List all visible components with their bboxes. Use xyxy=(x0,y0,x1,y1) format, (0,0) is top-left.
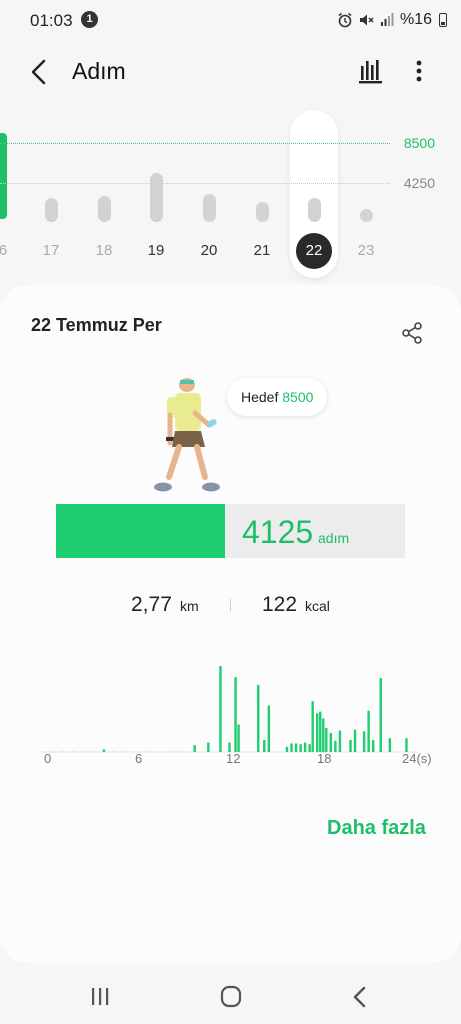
day-bar-21[interactable] xyxy=(255,202,269,222)
steps-progress-bar xyxy=(56,504,405,558)
goal-line-label: 8500 xyxy=(403,135,435,151)
day-label-21[interactable]: 21 xyxy=(247,242,277,259)
day-label-17[interactable]: 17 xyxy=(36,242,66,259)
hourly-bar xyxy=(367,710,370,752)
day-label-20[interactable]: 20 xyxy=(194,242,224,259)
system-nav-bar xyxy=(0,970,461,1024)
distance-value: 2,77 xyxy=(131,593,172,616)
hourly-tick-label: 18 xyxy=(317,751,332,766)
hourly-bar xyxy=(267,705,271,752)
hourly-x-axis: 0 6 12 18 24(s) xyxy=(44,751,432,771)
hourly-bar xyxy=(257,684,260,752)
day-label-22[interactable]: 22 xyxy=(296,233,332,269)
hourly-tick-label: 12 xyxy=(226,751,241,766)
hourly-bar xyxy=(379,678,382,752)
hourly-tick-label: 24(s) xyxy=(402,751,432,766)
goal-bubble: Hedef 8500 xyxy=(227,378,328,416)
notification-badge: 1 xyxy=(81,11,98,28)
steps-progress-fill xyxy=(56,504,226,558)
goal-bubble-label: Hedef xyxy=(241,389,279,405)
home-icon[interactable] xyxy=(211,980,251,1014)
app-header: Adım xyxy=(0,46,461,96)
mid-line-label: 4250 xyxy=(403,175,435,191)
back-arrow-icon[interactable] xyxy=(22,54,58,90)
calories-value: 122 xyxy=(262,593,298,616)
hourly-bar xyxy=(316,713,319,752)
more-link[interactable]: Daha fazla xyxy=(327,817,426,840)
day-detail-card: 22 Temmuz Per Hedef 8500 4125 adım 2,77 … xyxy=(0,285,461,963)
status-bar: 01:03 1 %16 xyxy=(0,0,461,40)
steps-value: 4125 xyxy=(242,514,314,550)
mid-line xyxy=(0,183,390,184)
date-title: 22 Temmuz Per xyxy=(31,315,162,335)
hourly-bar xyxy=(362,731,366,752)
hourly-bar xyxy=(338,730,342,752)
distance-unit: km xyxy=(180,598,199,614)
day-label-23[interactable]: 23 xyxy=(351,242,381,259)
hourly-bar xyxy=(405,738,408,752)
battery-icon xyxy=(439,13,447,27)
day-bar-18[interactable] xyxy=(97,195,111,222)
goal-bubble-value: 8500 xyxy=(282,389,314,405)
hourly-bar xyxy=(325,727,328,752)
day-bar-19[interactable] xyxy=(149,172,163,222)
battery-percent: %16 xyxy=(399,11,432,28)
steps-unit: adım xyxy=(318,530,350,546)
status-time: 01:03 xyxy=(30,11,73,30)
hourly-bar xyxy=(219,666,222,752)
nav-back-icon[interactable] xyxy=(340,980,380,1014)
share-icon[interactable] xyxy=(398,319,426,347)
day-label-18[interactable]: 18 xyxy=(89,242,119,259)
hourly-bar xyxy=(237,724,240,752)
hourly-bar xyxy=(322,718,325,752)
hourly-bar xyxy=(329,733,333,752)
status-icons: %16 xyxy=(337,11,447,29)
weekly-steps-chart[interactable]: 8500 4250 6 17 18 19 20 21 22 23 xyxy=(0,105,461,278)
more-vert-icon[interactable] xyxy=(406,54,432,88)
hourly-tick-label: 6 xyxy=(135,751,143,766)
hourly-bar xyxy=(353,729,357,752)
bar-chart-icon[interactable] xyxy=(354,54,388,88)
calories-unit: kcal xyxy=(305,598,330,614)
recent-apps-icon[interactable] xyxy=(80,980,120,1014)
goal-line xyxy=(0,143,390,144)
hourly-tick-label: 0 xyxy=(44,751,52,766)
day-bar-23[interactable] xyxy=(359,209,373,222)
mute-icon xyxy=(359,14,374,26)
signal-icon xyxy=(380,13,394,26)
hourly-bar xyxy=(319,711,322,752)
day-label-6[interactable]: 6 xyxy=(0,242,18,259)
page-title: Adım xyxy=(72,58,126,84)
day-label-19[interactable]: 19 xyxy=(141,242,171,259)
day-bar-20[interactable] xyxy=(202,194,216,222)
hourly-bar xyxy=(234,677,237,752)
hourly-bar xyxy=(388,738,392,752)
stats-divider xyxy=(230,599,231,611)
hourly-bar xyxy=(311,701,314,752)
day-bar-17[interactable] xyxy=(44,198,58,222)
day-bar-22[interactable] xyxy=(307,198,321,222)
walking-person-illustration xyxy=(154,378,220,492)
previous-day-bar[interactable] xyxy=(0,133,7,219)
alarm-icon xyxy=(338,12,352,28)
